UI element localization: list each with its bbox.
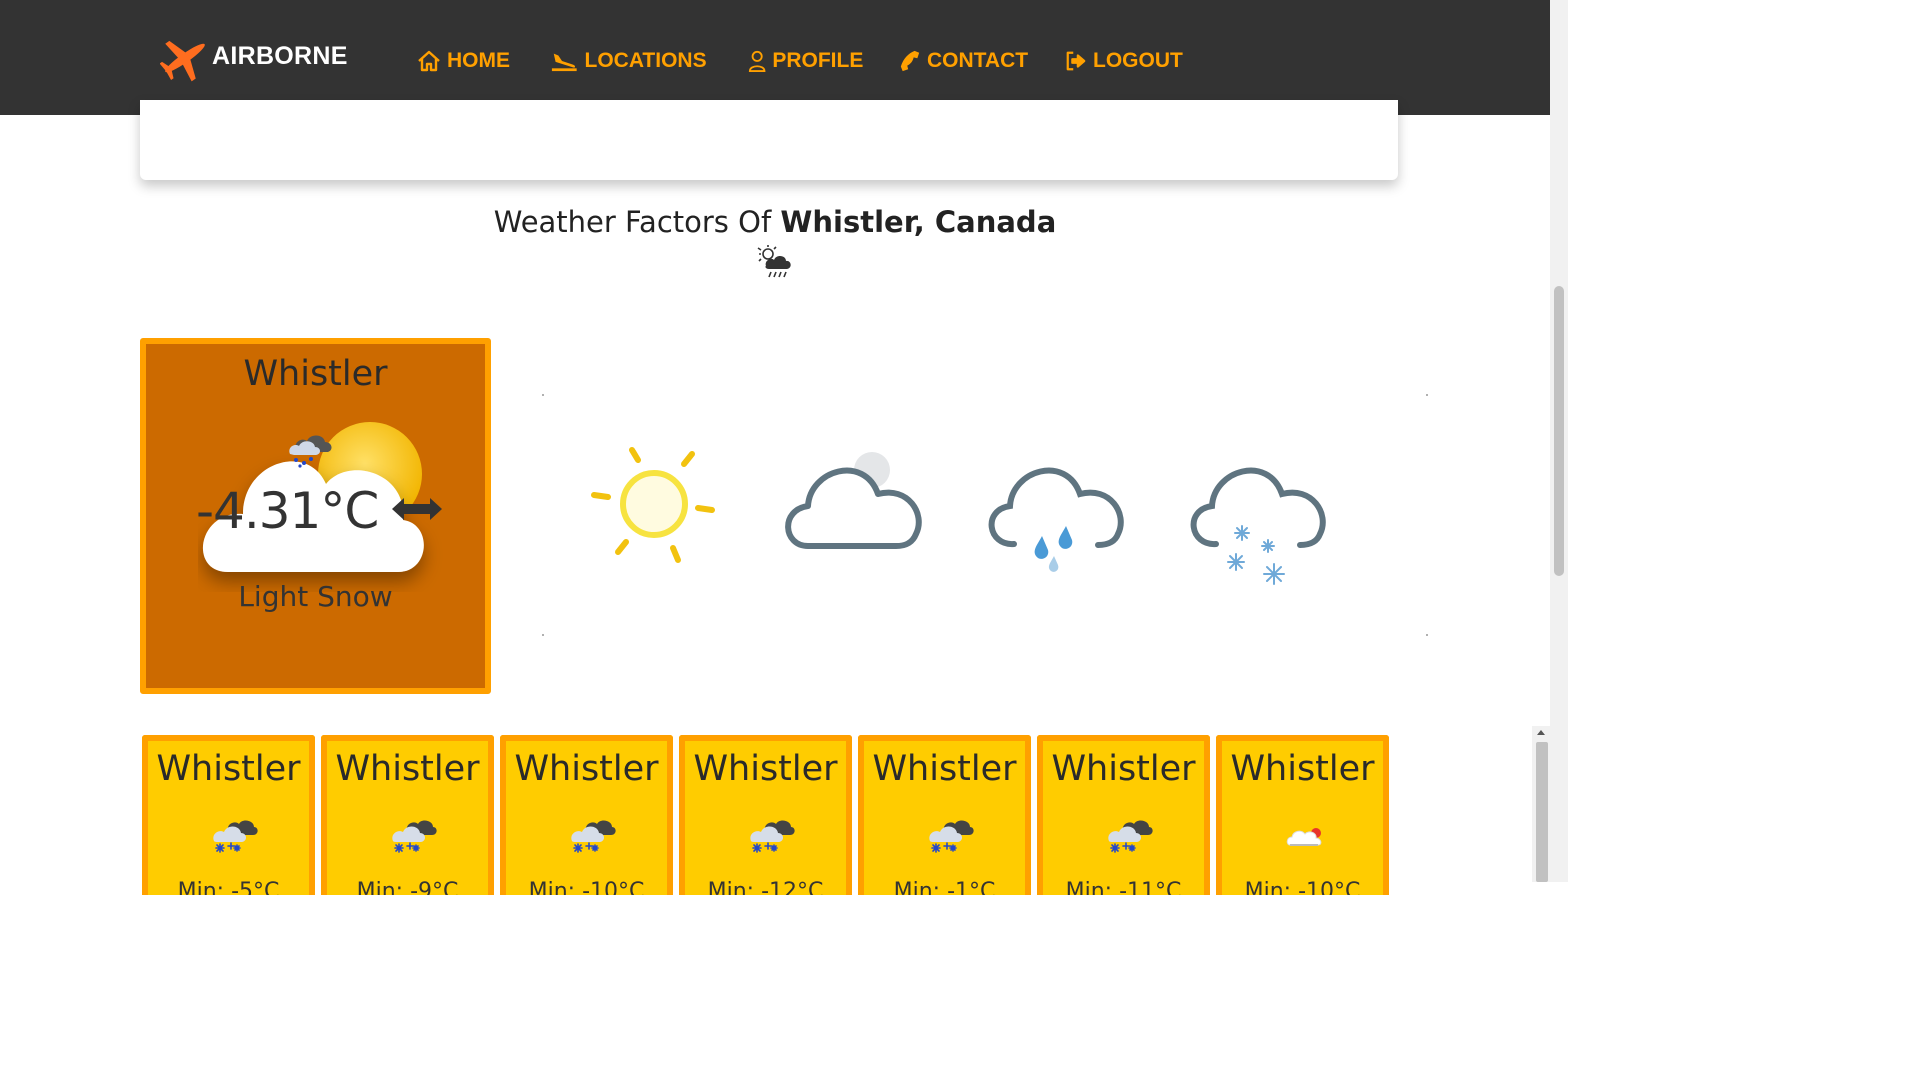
scroll-up-arrow-icon[interactable] <box>1537 730 1545 735</box>
phone-icon <box>900 50 920 72</box>
forecast-city: Whistler <box>1051 749 1196 789</box>
strip-corner-dot <box>542 394 544 396</box>
page-title: Weather Factors Of Whistler, Canada <box>0 205 1550 239</box>
nav-contact-label: CONTACT <box>927 49 1029 72</box>
inner-scrollbar[interactable] <box>1532 726 1550 882</box>
nav-profile[interactable]: PROFILE <box>748 44 863 78</box>
forecast-card[interactable]: Whistler Min: -10°C <box>1216 735 1389 895</box>
forecast-card[interactable]: Whistler Min: -1°C <box>858 735 1031 895</box>
forecast-card[interactable]: Whistler Min: -10°C <box>500 735 673 895</box>
forecast-city: Whistler <box>693 749 838 789</box>
snow-cloud-icon <box>212 819 258 853</box>
home-icon <box>418 50 440 72</box>
forecast-card[interactable]: Whistler Min: -9°C <box>321 735 494 895</box>
page-scrollbar[interactable] <box>1550 0 1568 882</box>
sun-cloud-rain-icon <box>757 245 791 278</box>
user-icon <box>748 50 766 72</box>
snow-cloud-icon <box>928 819 974 853</box>
nav-contact[interactable]: CONTACT <box>899 44 1028 78</box>
forecast-temp: Min: -10°C <box>528 879 645 895</box>
forecast-city: Whistler <box>156 749 301 789</box>
forecast-card[interactable]: Whistler Min: -5°C <box>142 735 315 895</box>
page-title-prefix: Weather Factors Of <box>493 205 781 239</box>
forecast-city: Whistler <box>335 749 480 789</box>
snow-cloud-icon <box>570 819 616 853</box>
nav-logout[interactable]: LOGOUT <box>1065 44 1183 78</box>
inner-scrollbar-thumb[interactable] <box>1536 742 1548 882</box>
forecast-temp: Min: -1°C <box>893 879 996 895</box>
airplane-logo-icon <box>160 40 205 82</box>
wind-direction-arrow-icon <box>392 498 442 520</box>
nav-locations-label: LOCATIONS <box>584 49 707 72</box>
page-scrollbar-thumb[interactable] <box>1554 286 1564 576</box>
forecast-city: Whistler <box>514 749 659 789</box>
current-temperature: -4.31°C <box>196 482 379 540</box>
strip-corner-dot <box>542 634 544 636</box>
snow-cloud-icon <box>391 819 437 853</box>
snow-cloud-icon <box>749 819 795 853</box>
strip-corner-dot <box>1426 394 1428 396</box>
forecast-city: Whistler <box>1230 749 1375 789</box>
snow-cloud-icon <box>1190 467 1326 585</box>
brand-name: AIRBORNE <box>212 41 348 70</box>
nav-locations[interactable]: LOCATIONS <box>551 44 707 78</box>
current-condition: Light Snow <box>238 580 393 613</box>
navbar: AIRBORNE HOME LOCATIONS PROFILE CONTACT … <box>0 0 1550 115</box>
forecast-temp: Min: -12°C <box>707 879 824 895</box>
forecast-city: Whistler <box>872 749 1017 789</box>
nav-home-label: HOME <box>447 49 510 72</box>
top-panel <box>140 100 1398 180</box>
snow-cloud-icon <box>1107 819 1153 853</box>
strip-corner-dot <box>1426 634 1428 636</box>
cloud-icon <box>785 452 922 549</box>
brand-logo[interactable]: AIRBORNE <box>160 32 348 84</box>
forecast-temp: Min: -9°C <box>356 879 459 895</box>
sun-cloud-icon <box>1286 828 1322 846</box>
rain-cloud-icon <box>988 467 1124 572</box>
forecast-card[interactable]: Whistler Min: -12°C <box>679 735 852 895</box>
forecast-card[interactable]: Whistler Min: -11°C <box>1037 735 1210 895</box>
nav-profile-label: PROFILE <box>772 49 864 72</box>
sun-icon <box>591 447 715 563</box>
logout-icon <box>1066 51 1086 71</box>
page-title-location: Whistler, Canada <box>780 205 1057 239</box>
forecast-temp: Min: -5°C <box>177 879 280 895</box>
nav-logout-label: LOGOUT <box>1093 49 1183 72</box>
nav-home[interactable]: HOME <box>417 44 510 78</box>
plane-landing-icon <box>551 53 577 72</box>
forecast-temp: Min: -10°C <box>1244 879 1361 895</box>
current-weather-card[interactable]: Whistler -4.31°C Light Snow <box>140 338 491 694</box>
weather-icon-strip <box>540 392 1430 638</box>
current-city: Whistler <box>243 354 388 394</box>
forecast-temp: Min: -11°C <box>1065 879 1182 895</box>
